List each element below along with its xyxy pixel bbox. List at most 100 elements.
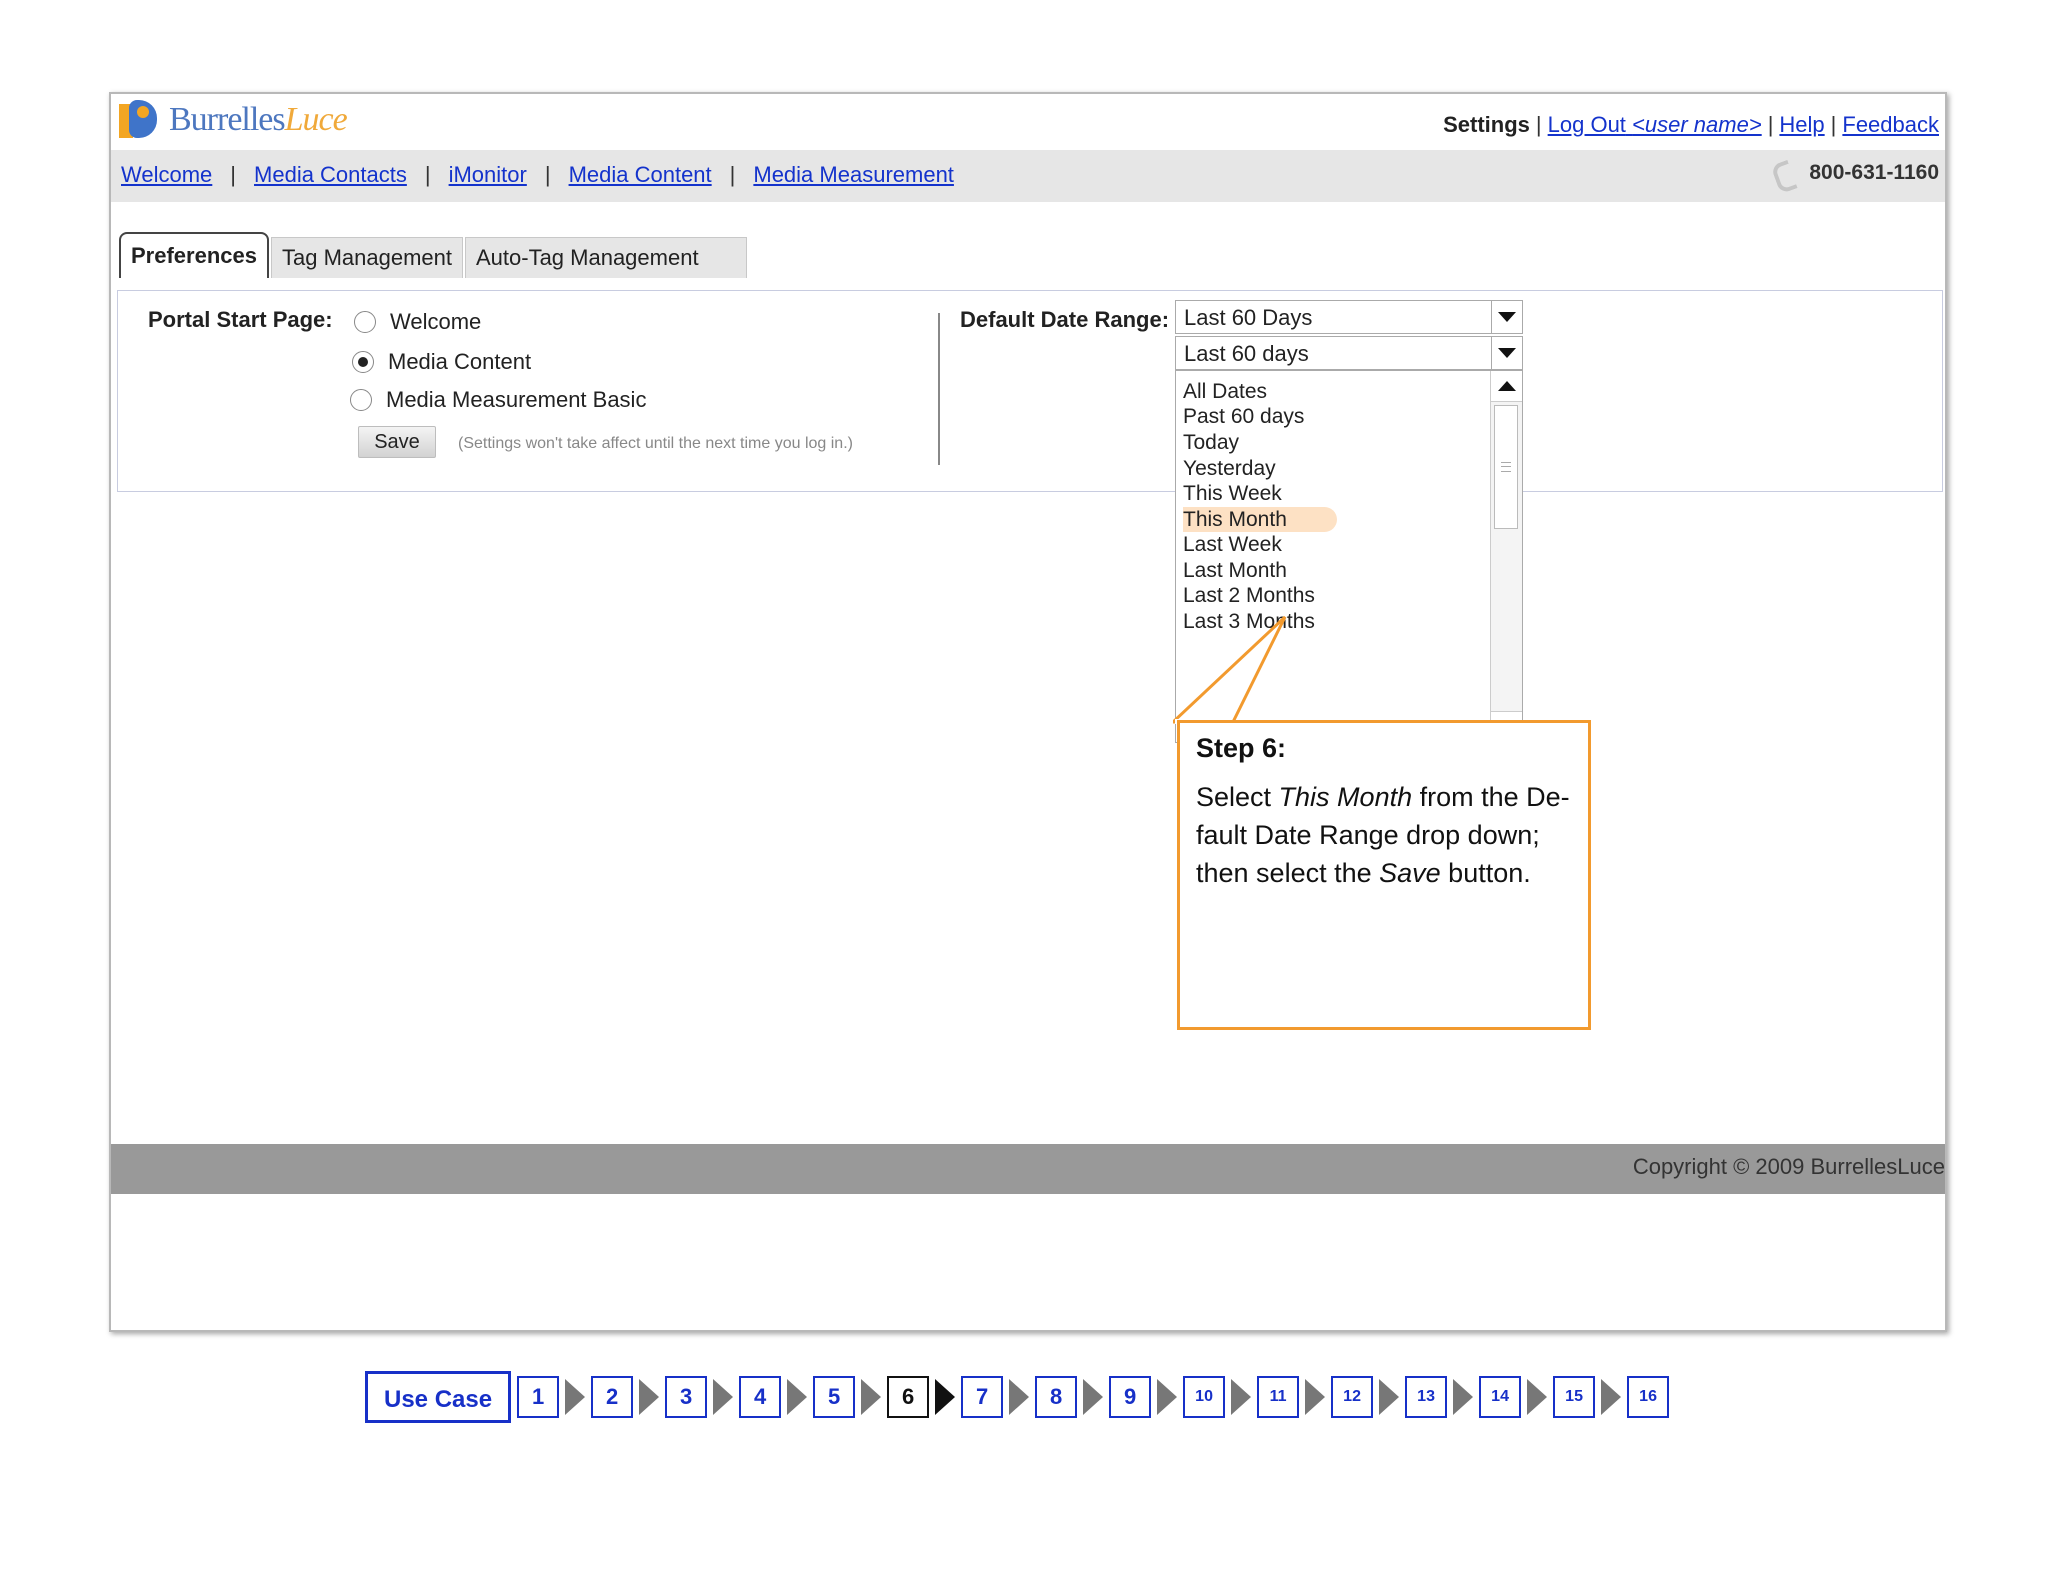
radio-media-content-circle[interactable] <box>352 351 374 373</box>
step-item: 6 <box>887 1376 961 1418</box>
step-item: 8 <box>1035 1376 1109 1418</box>
chevron-down-icon[interactable] <box>1491 301 1522 333</box>
step-6-button[interactable]: 6 <box>887 1376 930 1418</box>
step-15-button[interactable]: 15 <box>1553 1376 1596 1418</box>
date-range-dropdown-value: Last 60 days <box>1184 341 1309 366</box>
step-item: 13 <box>1405 1376 1479 1418</box>
option-yesterday[interactable]: Yesterday <box>1183 456 1276 481</box>
step-14-button[interactable]: 14 <box>1479 1376 1522 1418</box>
step-item: 5 <box>813 1376 887 1418</box>
scroll-thumb[interactable] <box>1494 405 1518 529</box>
step-2-button[interactable]: 2 <box>591 1376 634 1418</box>
radio-media-measurement-basic-circle[interactable] <box>350 389 372 411</box>
tab-tag-management[interactable]: Tag Management <box>270 237 463 278</box>
phone-number-block: 800-631-1160 <box>1773 160 1939 186</box>
nav-imonitor[interactable]: iMonitor <box>449 162 527 187</box>
portal-start-page-label: Portal Start Page: <box>148 307 333 332</box>
step-arrow-icon <box>1009 1379 1030 1415</box>
option-this-week[interactable]: This Week <box>1183 481 1282 506</box>
option-last-month[interactable]: Last Month <box>1183 558 1287 583</box>
top-separator: | <box>1767 112 1774 137</box>
date-range-dropdown[interactable]: Last 60 days <box>1175 336 1523 370</box>
use-case-button[interactable]: Use Case <box>365 1371 512 1423</box>
date-range-select[interactable]: Last 60 Days <box>1175 300 1523 334</box>
chevron-down-icon[interactable] <box>1491 337 1522 369</box>
burrellesluce-logo[interactable]: BurrellesLuce <box>119 96 348 144</box>
logout-username: <user name> <box>1632 112 1762 137</box>
option-today[interactable]: Today <box>1183 430 1239 455</box>
step-item: 3 <box>665 1376 739 1418</box>
logout-link[interactable]: Log Out <user name> <box>1548 112 1762 137</box>
logo-primary-text: Burrelles <box>169 101 286 138</box>
step-3-button[interactable]: 3 <box>665 1376 708 1418</box>
scroll-up-icon[interactable] <box>1491 371 1522 402</box>
step-arrow-icon <box>1157 1379 1178 1415</box>
tab-auto-tag-management[interactable]: Auto-Tag Management <box>464 237 747 278</box>
step-8-button[interactable]: 8 <box>1035 1376 1078 1418</box>
radio-welcome-circle[interactable] <box>354 311 376 333</box>
step-9-button[interactable]: 9 <box>1109 1376 1152 1418</box>
page-footer: Copyright © 2009 BurrellesLuce <box>111 1144 1945 1194</box>
radio-welcome[interactable]: Welcome <box>354 309 481 335</box>
step-arrow-icon <box>1527 1379 1548 1415</box>
feedback-link[interactable]: Feedback <box>1842 112 1939 137</box>
step-item: 7 <box>961 1376 1035 1418</box>
option-last-week[interactable]: Last Week <box>1183 532 1282 557</box>
nav-media-measurement[interactable]: Media Measurement <box>753 162 954 187</box>
copyright-text: Copyright © 2009 BurrellesLuce <box>1632 1154 1945 1179</box>
nav-media-contacts[interactable]: Media Contacts <box>254 162 407 187</box>
step-arrow-icon <box>1453 1379 1474 1415</box>
step-12-button[interactable]: 12 <box>1331 1376 1374 1418</box>
step-5-button[interactable]: 5 <box>813 1376 856 1418</box>
nav-separator: | <box>729 162 736 187</box>
step-arrow-icon <box>639 1379 660 1415</box>
settings-tabs: Preferences Tag Management Auto-Tag Mana… <box>119 232 749 278</box>
radio-media-measurement-basic[interactable]: Media Measurement Basic <box>350 387 646 413</box>
step-arrow-icon <box>861 1379 882 1415</box>
help-link[interactable]: Help <box>1779 112 1824 137</box>
step-arrow-icon <box>713 1379 734 1415</box>
step-arrow-icon <box>1601 1379 1622 1415</box>
top-separator: | <box>1535 112 1542 137</box>
step-arrow-icon <box>1305 1379 1326 1415</box>
options-scrollbar[interactable] <box>1490 371 1522 742</box>
callout-body: Select This Month from the De- fault Dat… <box>1196 782 1570 888</box>
tab-preferences[interactable]: Preferences <box>119 232 269 278</box>
callout-pointer <box>1173 615 1287 724</box>
step-1-button[interactable]: 1 <box>517 1376 560 1418</box>
step-7-button[interactable]: 7 <box>961 1376 1004 1418</box>
step-item: 12 <box>1331 1376 1405 1418</box>
step-10-button[interactable]: 10 <box>1183 1376 1226 1418</box>
step-item: 2 <box>591 1376 665 1418</box>
step-item: 10 <box>1183 1376 1257 1418</box>
step-16-button[interactable]: 16 <box>1627 1376 1670 1418</box>
nav-welcome[interactable]: Welcome <box>121 162 212 187</box>
option-past-60-days[interactable]: Past 60 days <box>1183 404 1304 429</box>
option-all-dates[interactable]: All Dates <box>1183 379 1267 404</box>
step-13-button[interactable]: 13 <box>1405 1376 1448 1418</box>
step-navigation: Use Case 1 2 3 4 5 6 7 8 9 10 11 12 13 14 15 16 <box>365 1370 1670 1424</box>
main-nav-bar: Welcome | Media Contacts | iMonitor | Media Co… <box>111 150 1945 202</box>
step-11-button[interactable]: 11 <box>1257 1376 1300 1418</box>
radio-media-content[interactable]: Media Content <box>352 349 531 375</box>
nav-separator: | <box>544 162 551 187</box>
step-item: 14 <box>1479 1376 1553 1418</box>
panel-divider <box>938 313 940 465</box>
step-item: 15 <box>1553 1376 1627 1418</box>
logo-mark-icon <box>119 100 159 140</box>
step-item: 11 <box>1257 1376 1331 1418</box>
preferences-panel: Portal Start Page: Welcome Media Content… <box>117 290 1943 492</box>
step-item: 4 <box>739 1376 813 1418</box>
step-item: 16 <box>1627 1376 1670 1418</box>
step-4-button[interactable]: 4 <box>739 1376 782 1418</box>
nav-separator: | <box>424 162 431 187</box>
callout-title: Step 6: <box>1196 733 1287 763</box>
step-arrow-icon <box>935 1379 956 1415</box>
top-separator: | <box>1830 112 1837 137</box>
option-this-month[interactable]: This Month <box>1183 507 1337 532</box>
settings-note: (Settings won't take affect until the ne… <box>458 435 853 452</box>
default-date-range-label: Default Date Range: <box>960 307 1170 332</box>
save-button[interactable]: Save <box>358 426 436 458</box>
nav-media-content[interactable]: Media Content <box>569 162 712 187</box>
nav-separator: | <box>230 162 237 187</box>
